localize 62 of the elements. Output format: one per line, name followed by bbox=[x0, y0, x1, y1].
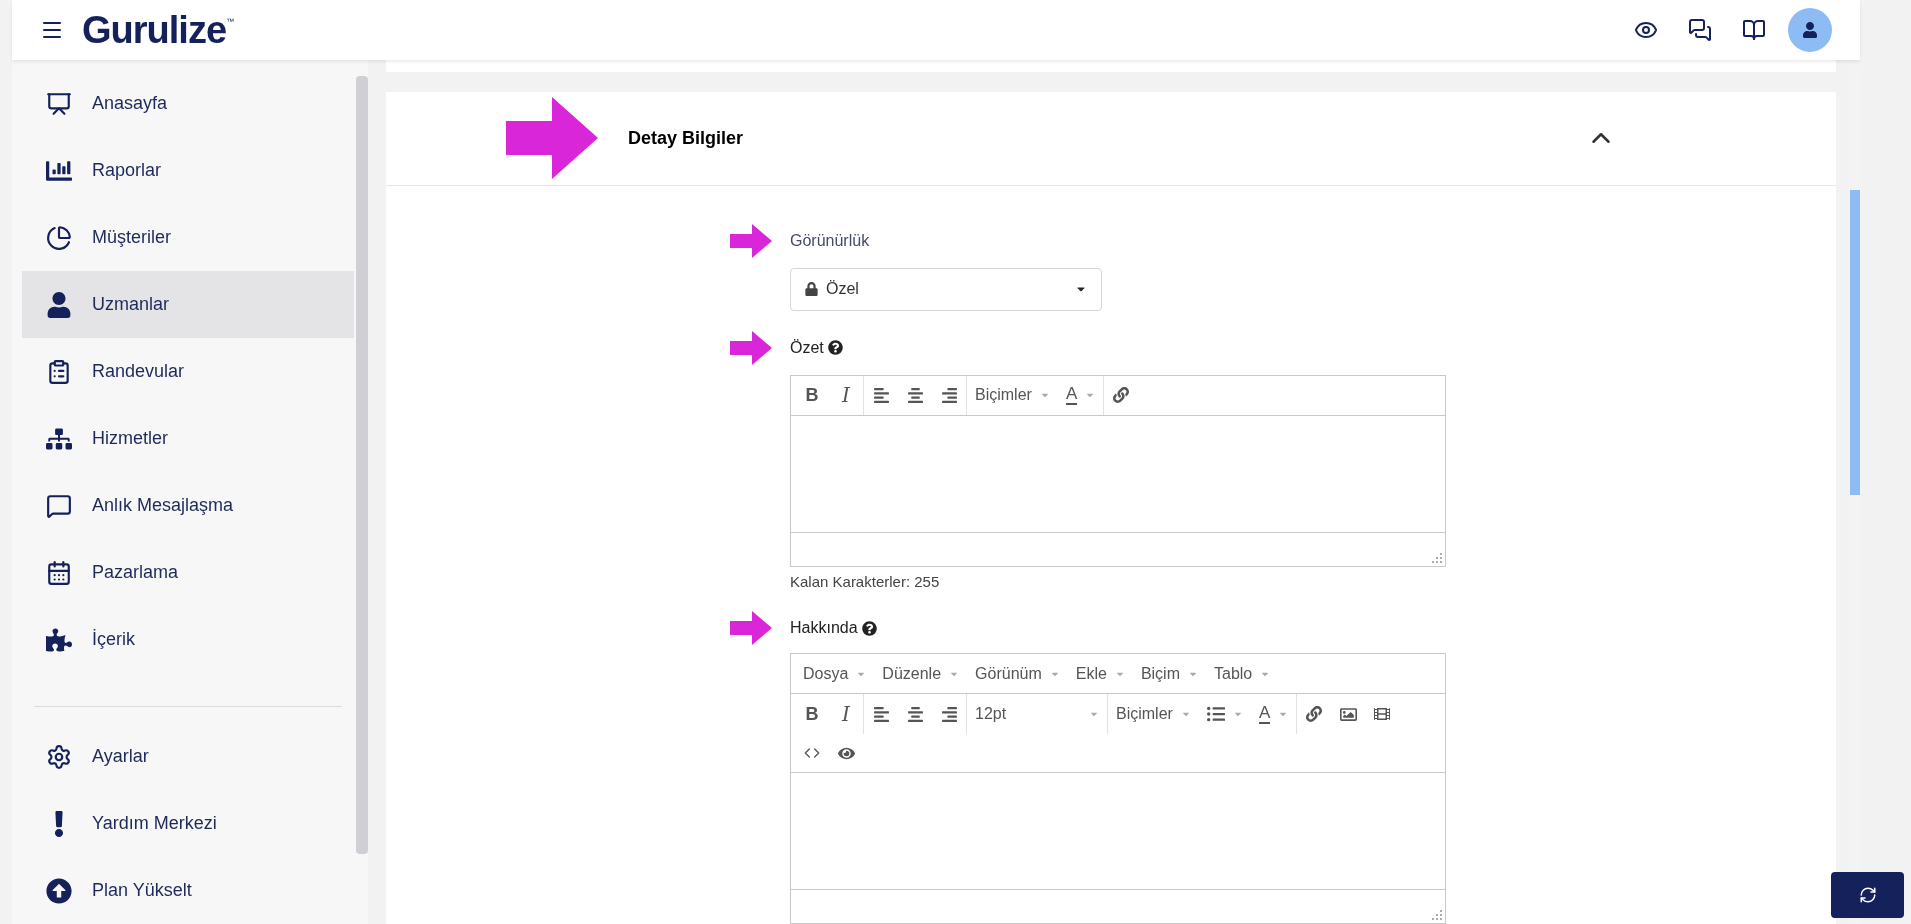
arrow-icon bbox=[730, 330, 772, 365]
align-center-icon bbox=[906, 386, 924, 404]
upload-icon bbox=[46, 877, 72, 904]
section-title: Detay Bilgiler bbox=[628, 126, 744, 150]
image-icon bbox=[1339, 705, 1357, 723]
field-label: Özet bbox=[790, 337, 824, 358]
menu-item[interactable]: Biçim bbox=[1132, 658, 1206, 689]
sidebar-item[interactable]: Uzmanlar bbox=[22, 271, 354, 338]
calendar-icon bbox=[46, 559, 72, 586]
align-center-icon bbox=[906, 705, 924, 723]
align-left-icon bbox=[872, 386, 890, 404]
italic-button[interactable]: I bbox=[829, 380, 863, 410]
user-icon bbox=[1802, 22, 1818, 38]
book-icon[interactable] bbox=[1742, 18, 1766, 42]
arrow-icon bbox=[506, 97, 598, 179]
menu-item[interactable]: Tablo bbox=[1206, 658, 1279, 689]
logo[interactable]: Gurulize™ bbox=[82, 10, 235, 50]
avatar[interactable] bbox=[1788, 8, 1832, 52]
bold-button[interactable]: B bbox=[795, 380, 829, 410]
character-counter: Kalan Karakterler: 255 bbox=[790, 571, 941, 592]
text-color-button[interactable]: A bbox=[1057, 380, 1104, 410]
link-icon bbox=[1306, 706, 1323, 722]
link-icon bbox=[1113, 387, 1130, 403]
refresh-button[interactable] bbox=[1831, 872, 1904, 918]
section-header[interactable]: Detay Bilgiler bbox=[386, 91, 1836, 186]
clipboard-icon bbox=[46, 358, 72, 385]
presentation-icon bbox=[46, 90, 72, 117]
resize-handle-icon[interactable] bbox=[1432, 552, 1442, 563]
chat-icon[interactable] bbox=[1688, 18, 1712, 42]
code-icon bbox=[804, 745, 820, 761]
text-color-button[interactable]: A bbox=[1250, 699, 1297, 729]
pie-chart-icon bbox=[46, 224, 72, 251]
refresh-icon bbox=[1858, 886, 1877, 904]
visibility-select[interactable]: Özel bbox=[790, 267, 1102, 311]
menu-item[interactable]: Ekle bbox=[1067, 658, 1133, 689]
formats-dropdown[interactable]: Biçimler bbox=[967, 380, 1058, 410]
settings-icon bbox=[46, 743, 72, 770]
menu-item[interactable]: Görünüm bbox=[967, 658, 1068, 689]
scrollbar[interactable] bbox=[356, 76, 368, 854]
help-icon[interactable] bbox=[861, 620, 877, 636]
arrow-icon bbox=[730, 611, 772, 645]
arrow-icon bbox=[730, 223, 772, 258]
menu-item[interactable]: Dosya bbox=[795, 658, 875, 689]
align-right-icon bbox=[940, 386, 958, 404]
menu-item[interactable]: Düzenle bbox=[874, 658, 968, 689]
italic-button[interactable]: I bbox=[829, 699, 863, 729]
align-right-icon bbox=[940, 705, 958, 723]
user-icon bbox=[46, 291, 72, 318]
field-label: Hakkında bbox=[790, 618, 858, 638]
formats-dropdown[interactable]: Biçimler bbox=[1108, 699, 1199, 729]
font-size-dropdown[interactable]: 12pt bbox=[967, 699, 1107, 729]
bullet-list-icon bbox=[1206, 705, 1225, 723]
film-icon bbox=[1374, 706, 1391, 722]
align-left-icon bbox=[872, 705, 890, 723]
lock-icon bbox=[805, 282, 818, 296]
puzzle-icon bbox=[46, 626, 72, 653]
bold-button[interactable]: B bbox=[795, 699, 829, 729]
scrollbar-thumb[interactable] bbox=[1850, 190, 1860, 495]
help-icon[interactable] bbox=[827, 340, 843, 355]
resize-handle-icon[interactable] bbox=[1432, 910, 1442, 920]
field-label: Görünürlük bbox=[790, 230, 870, 251]
chat-bubble-icon bbox=[46, 492, 72, 519]
